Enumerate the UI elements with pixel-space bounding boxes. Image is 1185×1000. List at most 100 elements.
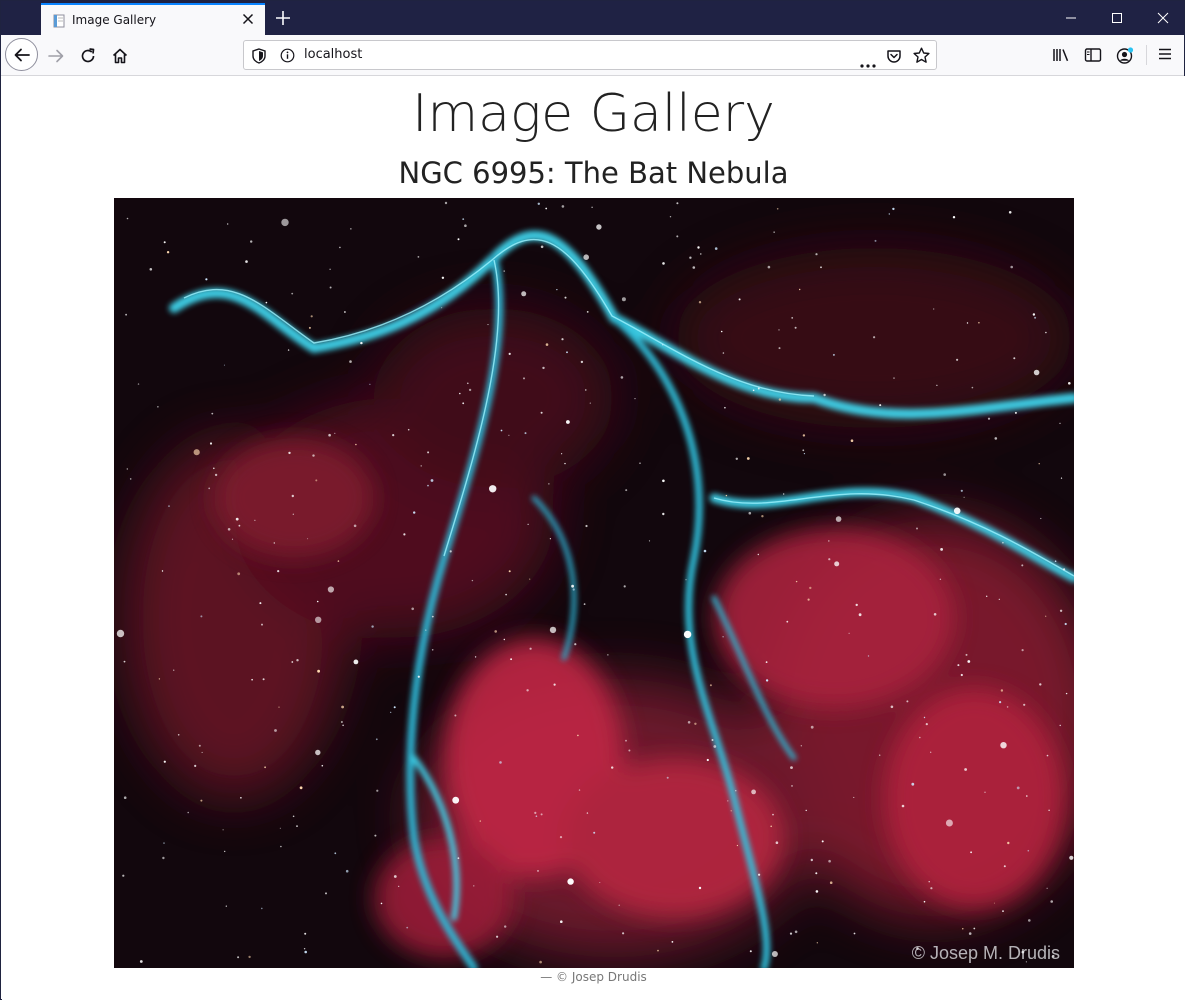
star — [149, 268, 153, 271]
star — [411, 607, 415, 611]
star — [341, 705, 344, 709]
star — [1063, 568, 1066, 571]
star — [916, 527, 918, 530]
star — [697, 246, 700, 249]
star — [355, 443, 357, 446]
close-icon[interactable] — [239, 10, 257, 28]
star — [906, 700, 909, 703]
star — [503, 638, 505, 641]
star — [468, 388, 472, 392]
star — [943, 473, 946, 476]
star — [561, 205, 565, 208]
star — [706, 758, 709, 762]
star — [137, 383, 140, 385]
back-button[interactable] — [5, 38, 38, 71]
shield-icon[interactable] — [252, 48, 266, 68]
star — [163, 760, 166, 763]
star — [828, 859, 831, 863]
star — [709, 684, 712, 687]
star — [765, 661, 768, 663]
star — [815, 890, 819, 893]
star — [273, 542, 275, 544]
star — [464, 224, 467, 227]
star — [566, 420, 570, 424]
star — [607, 654, 609, 656]
star — [770, 825, 772, 828]
star — [264, 766, 266, 769]
star — [209, 442, 213, 445]
star — [999, 701, 1002, 704]
star — [773, 231, 775, 233]
pocket-icon[interactable] — [886, 48, 902, 68]
hamburger-icon[interactable] — [1150, 39, 1182, 71]
info-icon[interactable] — [280, 48, 295, 67]
star — [316, 600, 319, 603]
star — [574, 643, 577, 646]
star — [828, 558, 831, 561]
star — [231, 538, 234, 540]
star — [810, 725, 814, 729]
star — [758, 873, 761, 876]
star — [1048, 809, 1050, 811]
minimize-icon[interactable] — [1048, 1, 1094, 35]
star — [968, 932, 972, 935]
star — [698, 886, 702, 890]
star — [510, 658, 512, 661]
maximize-icon[interactable] — [1094, 1, 1140, 35]
url-text[interactable]: localhost — [304, 47, 362, 62]
star — [683, 630, 692, 639]
star — [736, 844, 739, 847]
home-button[interactable] — [103, 39, 135, 71]
star — [802, 449, 805, 452]
star — [549, 626, 557, 634]
star — [504, 925, 507, 928]
star — [1054, 560, 1057, 562]
star — [392, 434, 395, 437]
star — [890, 705, 894, 709]
more-icon[interactable] — [860, 53, 876, 72]
plus-icon[interactable] — [273, 8, 293, 28]
star — [1045, 615, 1047, 617]
star — [193, 449, 200, 456]
star — [315, 616, 322, 623]
star — [621, 297, 626, 302]
star — [648, 540, 651, 542]
star — [589, 402, 591, 404]
close-icon[interactable] — [1140, 1, 1185, 35]
star — [1008, 211, 1012, 214]
star — [855, 603, 858, 607]
page-content: Image Gallery NGC 6995: The Bat Nebula ©… — [2, 76, 1185, 1000]
account-icon[interactable] — [1109, 39, 1141, 71]
star — [340, 721, 343, 723]
star — [694, 722, 697, 725]
star — [406, 926, 409, 929]
star — [508, 434, 510, 436]
star — [274, 729, 277, 732]
sidebar-icon[interactable] — [1077, 39, 1109, 71]
star — [1026, 795, 1028, 797]
library-icon[interactable] — [1045, 39, 1077, 71]
star — [676, 202, 679, 205]
star — [713, 745, 717, 748]
star — [315, 479, 318, 482]
url-bar[interactable]: localhost — [243, 40, 937, 70]
tab-image-gallery[interactable]: Image Gallery — [41, 3, 265, 35]
star — [1046, 887, 1048, 889]
forward-button[interactable] — [39, 39, 71, 71]
star — [328, 433, 331, 437]
star — [403, 533, 406, 536]
star — [622, 932, 625, 935]
star — [888, 213, 890, 215]
star — [1039, 683, 1042, 686]
star — [1059, 609, 1063, 612]
star — [280, 845, 282, 848]
star — [499, 761, 502, 764]
star — [427, 451, 430, 454]
star — [956, 358, 959, 361]
star — [523, 377, 525, 380]
star — [834, 561, 840, 567]
reload-button[interactable] — [71, 39, 103, 71]
star — [634, 398, 636, 400]
star — [462, 218, 465, 220]
star-icon[interactable] — [913, 47, 930, 68]
